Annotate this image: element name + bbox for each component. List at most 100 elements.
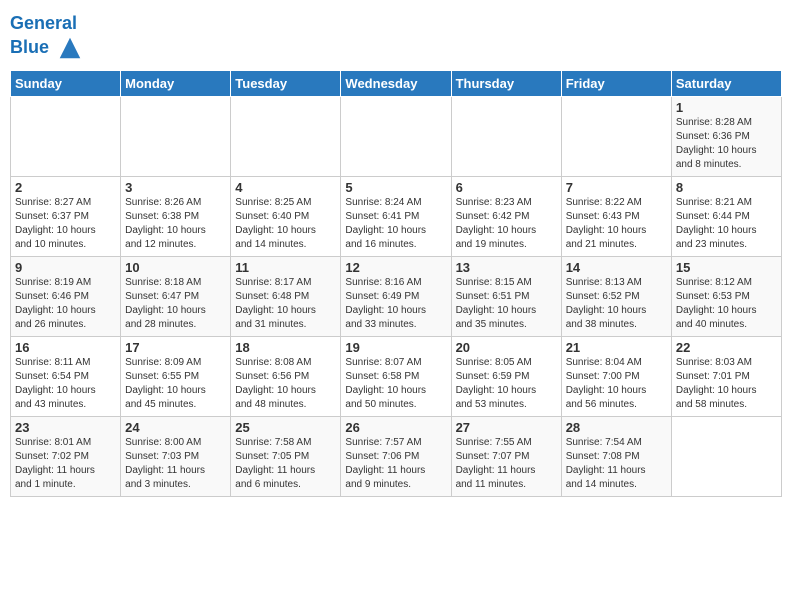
cell-info: Sunrise: 8:09 AM Sunset: 6:55 PM Dayligh… <box>125 356 226 412</box>
cell-day-number: 25 <box>235 420 336 435</box>
cell-info: Sunrise: 8:16 AM Sunset: 6:49 PM Dayligh… <box>345 276 446 332</box>
calendar-week-2: 9Sunrise: 8:19 AM Sunset: 6:46 PM Daylig… <box>11 256 782 336</box>
cell-info: Sunrise: 8:11 AM Sunset: 6:54 PM Dayligh… <box>15 356 116 412</box>
calendar-cell: 9Sunrise: 8:19 AM Sunset: 6:46 PM Daylig… <box>11 256 121 336</box>
calendar-cell: 18Sunrise: 8:08 AM Sunset: 6:56 PM Dayli… <box>231 336 341 416</box>
cell-day-number: 12 <box>345 260 446 275</box>
calendar-week-1: 2Sunrise: 8:27 AM Sunset: 6:37 PM Daylig… <box>11 176 782 256</box>
calendar-cell: 19Sunrise: 8:07 AM Sunset: 6:58 PM Dayli… <box>341 336 451 416</box>
cell-info: Sunrise: 8:05 AM Sunset: 6:59 PM Dayligh… <box>456 356 557 412</box>
calendar-cell: 2Sunrise: 8:27 AM Sunset: 6:37 PM Daylig… <box>11 176 121 256</box>
calendar-cell: 11Sunrise: 8:17 AM Sunset: 6:48 PM Dayli… <box>231 256 341 336</box>
calendar-cell <box>11 96 121 176</box>
cell-info: Sunrise: 8:18 AM Sunset: 6:47 PM Dayligh… <box>125 276 226 332</box>
cell-day-number: 16 <box>15 340 116 355</box>
logo-icon <box>56 34 84 62</box>
cell-info: Sunrise: 8:27 AM Sunset: 6:37 PM Dayligh… <box>15 196 116 252</box>
calendar-header: SundayMondayTuesdayWednesdayThursdayFrid… <box>11 70 782 96</box>
cell-day-number: 26 <box>345 420 446 435</box>
calendar-cell: 25Sunrise: 7:58 AM Sunset: 7:05 PM Dayli… <box>231 416 341 496</box>
cell-info: Sunrise: 8:26 AM Sunset: 6:38 PM Dayligh… <box>125 196 226 252</box>
cell-day-number: 14 <box>566 260 667 275</box>
cell-day-number: 8 <box>676 180 777 195</box>
calendar-cell: 8Sunrise: 8:21 AM Sunset: 6:44 PM Daylig… <box>671 176 781 256</box>
calendar-week-3: 16Sunrise: 8:11 AM Sunset: 6:54 PM Dayli… <box>11 336 782 416</box>
cell-info: Sunrise: 7:54 AM Sunset: 7:08 PM Dayligh… <box>566 436 667 492</box>
cell-day-number: 9 <box>15 260 116 275</box>
cell-day-number: 20 <box>456 340 557 355</box>
cell-day-number: 3 <box>125 180 226 195</box>
cell-day-number: 22 <box>676 340 777 355</box>
cell-info: Sunrise: 7:55 AM Sunset: 7:07 PM Dayligh… <box>456 436 557 492</box>
cell-day-number: 18 <box>235 340 336 355</box>
cell-day-number: 2 <box>15 180 116 195</box>
cell-day-number: 21 <box>566 340 667 355</box>
cell-info: Sunrise: 7:58 AM Sunset: 7:05 PM Dayligh… <box>235 436 336 492</box>
calendar-cell <box>671 416 781 496</box>
cell-day-number: 10 <box>125 260 226 275</box>
weekday-tuesday: Tuesday <box>231 70 341 96</box>
cell-info: Sunrise: 8:12 AM Sunset: 6:53 PM Dayligh… <box>676 276 777 332</box>
calendar-cell: 20Sunrise: 8:05 AM Sunset: 6:59 PM Dayli… <box>451 336 561 416</box>
logo-general: General <box>10 13 77 33</box>
cell-info: Sunrise: 8:00 AM Sunset: 7:03 PM Dayligh… <box>125 436 226 492</box>
cell-day-number: 23 <box>15 420 116 435</box>
calendar-cell: 16Sunrise: 8:11 AM Sunset: 6:54 PM Dayli… <box>11 336 121 416</box>
calendar-cell: 5Sunrise: 8:24 AM Sunset: 6:41 PM Daylig… <box>341 176 451 256</box>
calendar-cell: 3Sunrise: 8:26 AM Sunset: 6:38 PM Daylig… <box>121 176 231 256</box>
calendar-cell: 24Sunrise: 8:00 AM Sunset: 7:03 PM Dayli… <box>121 416 231 496</box>
cell-info: Sunrise: 8:13 AM Sunset: 6:52 PM Dayligh… <box>566 276 667 332</box>
cell-day-number: 15 <box>676 260 777 275</box>
weekday-wednesday: Wednesday <box>341 70 451 96</box>
calendar-cell: 10Sunrise: 8:18 AM Sunset: 6:47 PM Dayli… <box>121 256 231 336</box>
cell-day-number: 27 <box>456 420 557 435</box>
cell-day-number: 6 <box>456 180 557 195</box>
calendar-cell: 15Sunrise: 8:12 AM Sunset: 6:53 PM Dayli… <box>671 256 781 336</box>
cell-info: Sunrise: 8:21 AM Sunset: 6:44 PM Dayligh… <box>676 196 777 252</box>
calendar-cell: 26Sunrise: 7:57 AM Sunset: 7:06 PM Dayli… <box>341 416 451 496</box>
calendar-cell: 7Sunrise: 8:22 AM Sunset: 6:43 PM Daylig… <box>561 176 671 256</box>
cell-info: Sunrise: 8:25 AM Sunset: 6:40 PM Dayligh… <box>235 196 336 252</box>
cell-info: Sunrise: 8:24 AM Sunset: 6:41 PM Dayligh… <box>345 196 446 252</box>
cell-info: Sunrise: 8:08 AM Sunset: 6:56 PM Dayligh… <box>235 356 336 412</box>
calendar-cell: 4Sunrise: 8:25 AM Sunset: 6:40 PM Daylig… <box>231 176 341 256</box>
calendar-cell: 13Sunrise: 8:15 AM Sunset: 6:51 PM Dayli… <box>451 256 561 336</box>
calendar-cell: 17Sunrise: 8:09 AM Sunset: 6:55 PM Dayli… <box>121 336 231 416</box>
cell-info: Sunrise: 8:17 AM Sunset: 6:48 PM Dayligh… <box>235 276 336 332</box>
cell-day-number: 4 <box>235 180 336 195</box>
calendar-cell: 12Sunrise: 8:16 AM Sunset: 6:49 PM Dayli… <box>341 256 451 336</box>
calendar-table: SundayMondayTuesdayWednesdayThursdayFrid… <box>10 70 782 497</box>
cell-info: Sunrise: 8:19 AM Sunset: 6:46 PM Dayligh… <box>15 276 116 332</box>
calendar-cell: 14Sunrise: 8:13 AM Sunset: 6:52 PM Dayli… <box>561 256 671 336</box>
cell-day-number: 17 <box>125 340 226 355</box>
cell-info: Sunrise: 8:15 AM Sunset: 6:51 PM Dayligh… <box>456 276 557 332</box>
logo-blue: Blue <box>10 37 49 57</box>
cell-info: Sunrise: 7:57 AM Sunset: 7:06 PM Dayligh… <box>345 436 446 492</box>
calendar-cell <box>561 96 671 176</box>
cell-day-number: 19 <box>345 340 446 355</box>
cell-info: Sunrise: 8:01 AM Sunset: 7:02 PM Dayligh… <box>15 436 116 492</box>
weekday-friday: Friday <box>561 70 671 96</box>
calendar-cell: 21Sunrise: 8:04 AM Sunset: 7:00 PM Dayli… <box>561 336 671 416</box>
calendar-cell <box>121 96 231 176</box>
calendar-cell: 27Sunrise: 7:55 AM Sunset: 7:07 PM Dayli… <box>451 416 561 496</box>
weekday-header-row: SundayMondayTuesdayWednesdayThursdayFrid… <box>11 70 782 96</box>
calendar-cell <box>231 96 341 176</box>
weekday-sunday: Sunday <box>11 70 121 96</box>
cell-info: Sunrise: 8:28 AM Sunset: 6:36 PM Dayligh… <box>676 116 777 172</box>
cell-day-number: 11 <box>235 260 336 275</box>
cell-day-number: 28 <box>566 420 667 435</box>
cell-info: Sunrise: 8:22 AM Sunset: 6:43 PM Dayligh… <box>566 196 667 252</box>
cell-day-number: 5 <box>345 180 446 195</box>
calendar-week-0: 1Sunrise: 8:28 AM Sunset: 6:36 PM Daylig… <box>11 96 782 176</box>
cell-info: Sunrise: 8:07 AM Sunset: 6:58 PM Dayligh… <box>345 356 446 412</box>
weekday-thursday: Thursday <box>451 70 561 96</box>
cell-info: Sunrise: 8:23 AM Sunset: 6:42 PM Dayligh… <box>456 196 557 252</box>
cell-info: Sunrise: 8:03 AM Sunset: 7:01 PM Dayligh… <box>676 356 777 412</box>
cell-day-number: 13 <box>456 260 557 275</box>
calendar-cell: 23Sunrise: 8:01 AM Sunset: 7:02 PM Dayli… <box>11 416 121 496</box>
weekday-monday: Monday <box>121 70 231 96</box>
calendar-cell <box>341 96 451 176</box>
page-header: General Blue <box>10 10 782 62</box>
calendar-cell <box>451 96 561 176</box>
